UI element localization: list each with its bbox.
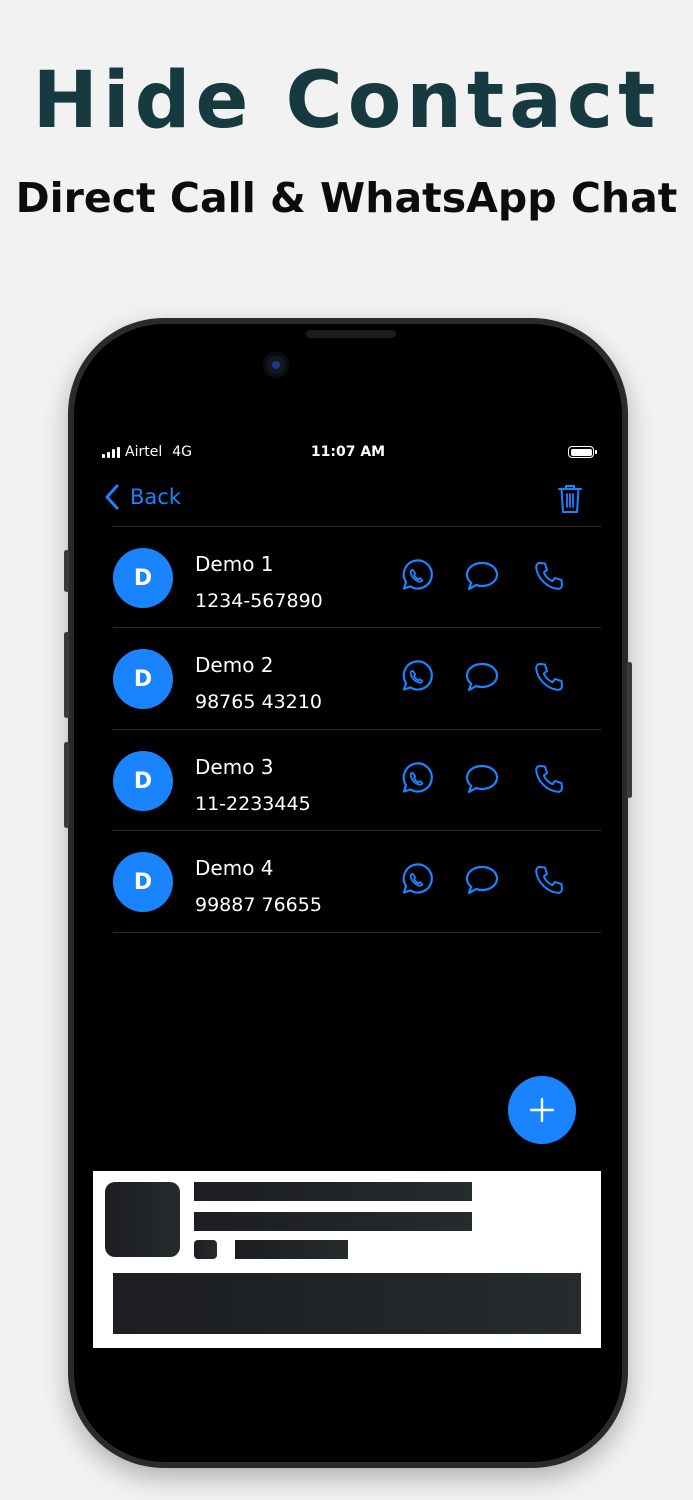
back-label: Back (130, 485, 181, 509)
message-icon (465, 662, 499, 692)
whatsapp-icon (402, 762, 433, 793)
ad-text-placeholder (194, 1212, 472, 1231)
whatsapp-button[interactable] (398, 862, 434, 898)
phone-icon (535, 866, 563, 894)
add-contact-button[interactable] (508, 1076, 576, 1144)
side-button (64, 550, 69, 592)
contact-phone: 1234-567890 (195, 590, 323, 612)
message-icon (465, 764, 499, 794)
message-icon (465, 865, 499, 895)
status-time: 11:07 AM (310, 444, 386, 460)
side-button (64, 742, 69, 828)
contact-row[interactable]: D Demo 4 99887 76655 (113, 831, 601, 932)
contact-phone: 11-2233445 (195, 793, 311, 815)
ad-badge-placeholder (194, 1240, 217, 1259)
back-button[interactable]: Back (104, 484, 181, 510)
avatar: D (113, 649, 173, 709)
divider (113, 932, 601, 933)
ad-meta-placeholder (235, 1240, 348, 1259)
call-button[interactable] (531, 659, 567, 695)
side-button (64, 632, 69, 718)
contact-phone: 99887 76655 (195, 894, 322, 916)
whatsapp-button[interactable] (398, 558, 434, 594)
contact-row[interactable]: D Demo 1 1234-567890 (113, 527, 601, 628)
phone-icon (535, 765, 563, 793)
trash-button[interactable] (556, 482, 584, 518)
ad-placeholder[interactable] (93, 1171, 601, 1348)
whatsapp-icon (402, 559, 433, 590)
message-button[interactable] (464, 761, 500, 797)
call-button[interactable] (531, 862, 567, 898)
contact-phone: 98765 43210 (195, 691, 322, 713)
battery-icon (568, 446, 597, 458)
ad-title-placeholder (194, 1182, 472, 1201)
message-button[interactable] (464, 558, 500, 594)
message-button[interactable] (464, 659, 500, 695)
front-camera (263, 352, 289, 378)
ad-cta-placeholder (113, 1273, 581, 1334)
message-button[interactable] (464, 862, 500, 898)
whatsapp-button[interactable] (398, 659, 434, 695)
plus-icon (529, 1097, 555, 1123)
trash-icon (558, 485, 582, 513)
chevron-left-icon (105, 484, 119, 510)
avatar: D (113, 751, 173, 811)
side-button (627, 662, 632, 798)
contact-name: Demo 1 (195, 552, 274, 576)
promo-title: Hide Contact (32, 56, 661, 146)
phone-icon (535, 663, 563, 691)
speaker-grille (306, 330, 396, 338)
contact-name: Demo 2 (195, 653, 274, 677)
contact-row[interactable]: D Demo 3 11-2233445 (113, 730, 601, 831)
phone-frame: Airtel 4G 11:07 AM Back D Demo 1 1234-56… (64, 318, 632, 1468)
call-button[interactable] (531, 558, 567, 594)
ad-image-placeholder (105, 1182, 180, 1257)
phone-icon (535, 562, 563, 590)
promo-subtitle: Direct Call & WhatsApp Chat (15, 174, 678, 222)
whatsapp-icon (402, 660, 433, 691)
message-icon (465, 561, 499, 591)
call-button[interactable] (531, 761, 567, 797)
avatar: D (113, 852, 173, 912)
whatsapp-button[interactable] (398, 761, 434, 797)
contact-name: Demo 4 (195, 856, 274, 880)
whatsapp-icon (402, 863, 433, 894)
phone-screen: Airtel 4G 11:07 AM Back D Demo 1 1234-56… (74, 324, 622, 1462)
contact-name: Demo 3 (195, 755, 274, 779)
contact-row[interactable]: D Demo 2 98765 43210 (113, 628, 601, 729)
avatar: D (113, 548, 173, 608)
